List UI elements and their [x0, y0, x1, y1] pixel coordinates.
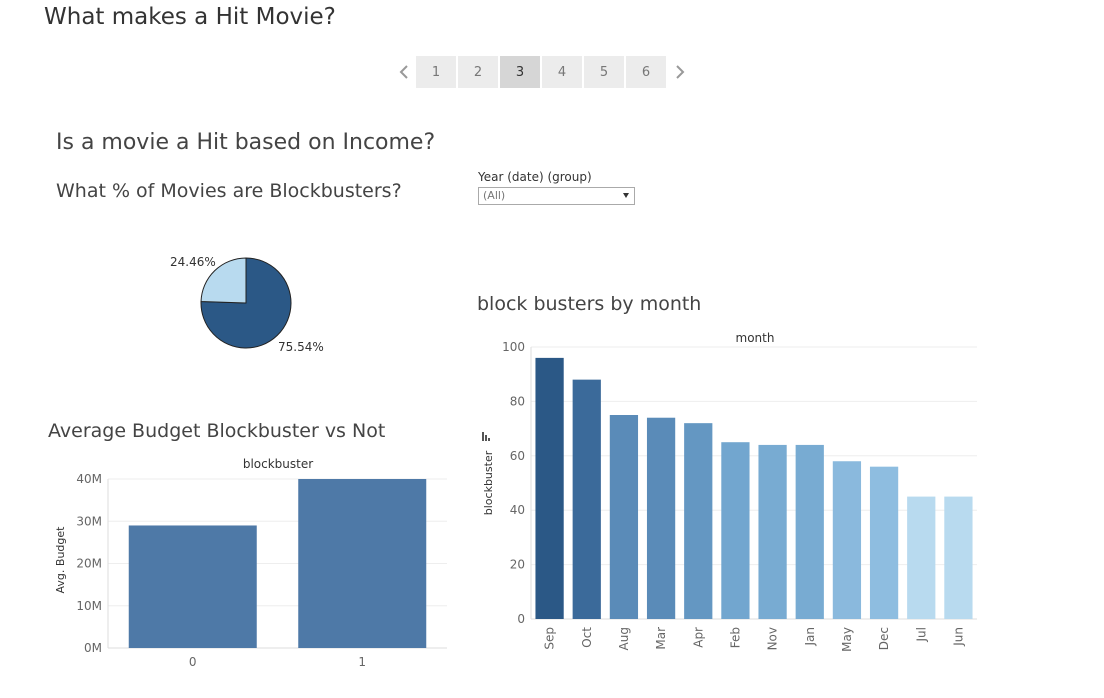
story-page-1[interactable]: 1 [416, 56, 456, 88]
pie-chart-title: What % of Movies are Blockbusters? [56, 180, 402, 202]
pie-label-blockbuster: 75.54% [278, 340, 324, 354]
pie-label-not-blockbuster: 24.46% [170, 255, 216, 269]
month-bar-aug[interactable] [609, 415, 639, 619]
budget-x-tick-label: 0 [189, 655, 197, 669]
month-x-tick-label: Sep [543, 627, 557, 650]
story-pager: 1 2 3 4 5 6 [392, 56, 692, 88]
month-bar-dec[interactable] [869, 466, 899, 619]
story-title: What makes a Hit Movie? [44, 4, 336, 30]
budget-x-tick-label: 1 [358, 655, 366, 669]
month-y-tick-label: 60 [510, 449, 525, 463]
month-bar-may[interactable] [832, 461, 862, 619]
month-x-tick-label: Jul [914, 627, 928, 642]
month-bar-jun[interactable] [944, 496, 973, 619]
month-bar-sep[interactable] [535, 357, 564, 619]
month-bar-chart: 0 20 40 60 80 100 Sep Oct Aug Mar Apr Feb Nov Jan May… [482, 331, 977, 652]
budget-y-tick-label: 20M [76, 557, 102, 571]
dashboard-title: Is a movie a Hit based on Income? [56, 130, 436, 155]
story-page-5[interactable]: 5 [584, 56, 624, 88]
month-x-tick-label: Dec [877, 627, 891, 650]
month-x-tick-label: Feb [728, 627, 742, 648]
month-bar-jan[interactable] [795, 444, 824, 619]
month-y-tick-label: 0 [517, 612, 525, 626]
sort-icon[interactable] [482, 432, 490, 441]
story-page-3[interactable]: 3 [500, 56, 540, 88]
month-x-tick-label: Nov [766, 627, 780, 650]
budget-y-tick-label: 0M [84, 641, 102, 655]
month-y-tick-label: 100 [502, 340, 525, 354]
month-y-tick-label: 80 [510, 394, 525, 408]
budget-y-tick-label: 40M [76, 472, 102, 486]
month-column-header: month [736, 331, 775, 345]
pie-chart: 24.46% 75.54% [170, 255, 324, 354]
prev-page-button[interactable] [392, 56, 416, 88]
year-filter-value: (All) [483, 189, 506, 202]
budget-column-header: blockbuster [243, 457, 313, 471]
budget-bar-1[interactable] [298, 479, 427, 648]
month-chart-title: block busters by month [477, 293, 702, 315]
month-x-tick-label: Oct [580, 627, 594, 648]
chevron-right-icon [676, 65, 685, 79]
year-filter-dropdown[interactable]: (All) [478, 187, 635, 205]
month-y-tick-label: 40 [510, 503, 525, 517]
month-bar-nov[interactable] [758, 444, 787, 619]
month-bar-mar[interactable] [646, 417, 676, 619]
month-x-tick-label: Jan [803, 627, 817, 647]
year-filter-label: Year (date) (group) [478, 170, 592, 184]
month-x-tick-label: Apr [691, 627, 705, 648]
budget-y-tick-label: 30M [76, 514, 102, 528]
budget-y-axis-label: Avg. Budget [54, 526, 67, 594]
month-x-tick-label: Aug [617, 627, 631, 650]
story-page-2[interactable]: 2 [458, 56, 498, 88]
month-x-tick-label: Mar [654, 627, 668, 650]
story-page-4[interactable]: 4 [542, 56, 582, 88]
budget-y-tick-label: 10M [76, 599, 102, 613]
month-bar-apr[interactable] [684, 423, 713, 619]
month-bar-jul[interactable] [907, 496, 936, 619]
next-page-button[interactable] [668, 56, 692, 88]
budget-bar-chart: 0M 10M 20M 30M 40M 0 1 blockbuster Avg. Budge… [54, 457, 447, 669]
story-page-6[interactable]: 6 [626, 56, 666, 88]
dropdown-arrow-icon [623, 193, 629, 198]
month-x-tick-label: May [840, 627, 854, 652]
budget-chart-title: Average Budget Blockbuster vs Not [48, 420, 386, 442]
chevron-left-icon [399, 65, 408, 79]
month-x-tick-label: Jun [951, 627, 965, 647]
month-y-tick-label: 20 [510, 558, 525, 572]
budget-bar-0[interactable] [128, 525, 257, 648]
month-bar-feb[interactable] [721, 442, 750, 619]
month-y-axis-label: blockbuster [482, 450, 495, 515]
month-bar-oct[interactable] [572, 379, 601, 619]
